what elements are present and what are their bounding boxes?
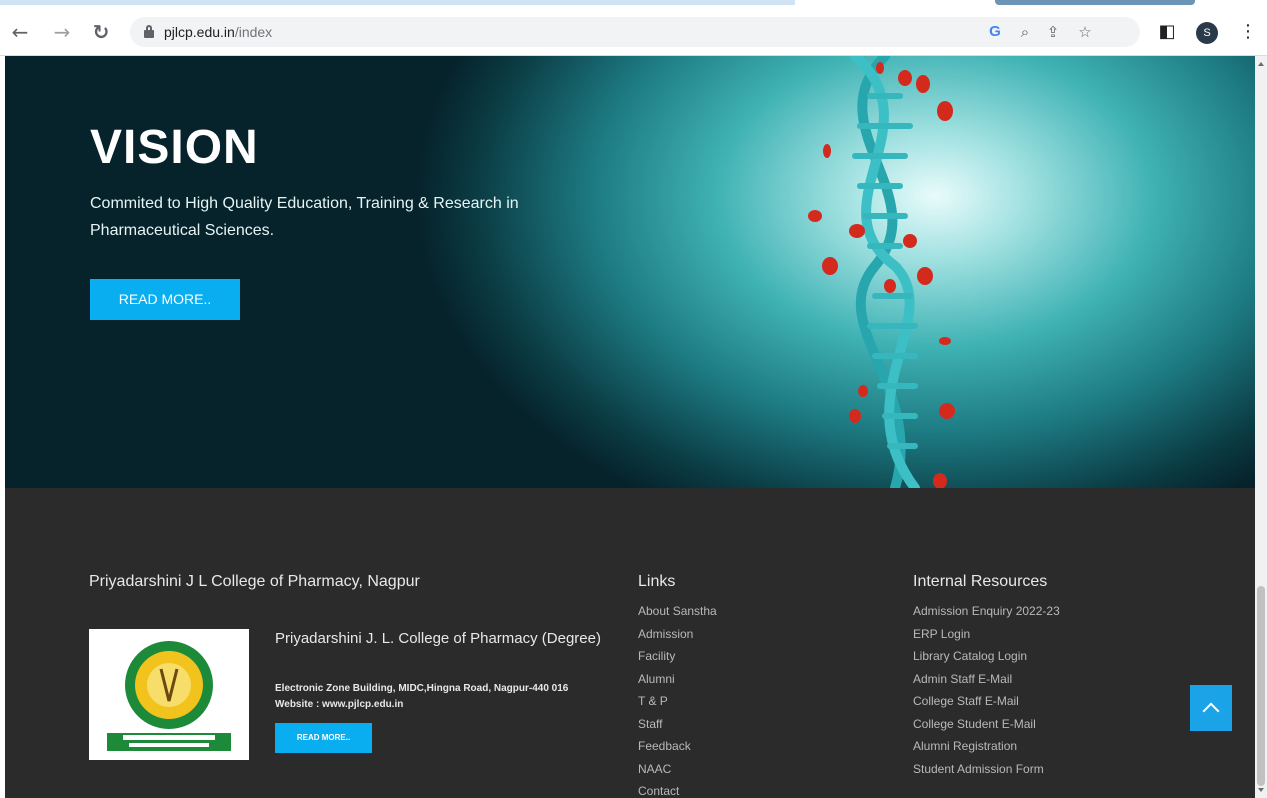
footer-link-alumni[interactable]: Alumni: [638, 668, 717, 691]
scroll-up-arrow-icon[interactable]: [1258, 62, 1264, 66]
college-name: Priyadarshini J. L. College of Pharmacy …: [275, 630, 601, 647]
links-list: About Sanstha Admission Facility Alumni …: [638, 600, 717, 798]
internal-resources-list: Admission Enquiry 2022-23 ERP Login Libr…: [913, 600, 1060, 780]
url-text[interactable]: pjlcp.edu.in/index: [164, 24, 272, 40]
hero-slider: VISION Commited to High Quality Educatio…: [5, 56, 1255, 488]
resource-admission-enquiry[interactable]: Admission Enquiry 2022-23: [913, 600, 1060, 623]
share-icon[interactable]: ⇪: [1044, 23, 1062, 41]
footer-link-naac[interactable]: NAAC: [638, 758, 717, 781]
dna-helix-image: [808, 56, 955, 488]
site-footer: Priyadarshini J L College of Pharmacy, N…: [5, 488, 1255, 798]
tab-strip-segment: [0, 0, 795, 5]
resource-erp-login[interactable]: ERP Login: [913, 623, 1060, 646]
back-arrow-icon[interactable]: ←: [8, 20, 32, 44]
footer-link-t-and-p[interactable]: T & P: [638, 690, 717, 713]
tab-strip: [0, 0, 1267, 8]
forward-arrow-icon[interactable]: →: [50, 20, 74, 44]
scroll-to-top-button[interactable]: [1190, 685, 1232, 731]
links-heading: Links: [638, 573, 676, 590]
zoom-icon[interactable]: ⌕: [1016, 23, 1034, 41]
footer-link-about-sanstha[interactable]: About Sanstha: [638, 600, 717, 623]
chevron-up-icon: [1202, 702, 1220, 720]
college-logo: [89, 629, 249, 760]
resource-college-student-email[interactable]: College Student E-Mail: [913, 713, 1060, 736]
college-address: Electronic Zone Building, MIDC,Hingna Ro…: [275, 683, 569, 710]
resource-student-admission-form[interactable]: Student Admission Form: [913, 758, 1060, 781]
active-tab-edge[interactable]: [995, 0, 1195, 5]
scroll-down-arrow-icon[interactable]: [1258, 788, 1264, 792]
resource-library-catalog-login[interactable]: Library Catalog Login: [913, 645, 1060, 668]
resource-alumni-registration[interactable]: Alumni Registration: [913, 735, 1060, 758]
footer-college-heading: Priyadarshini J L College of Pharmacy, N…: [89, 573, 420, 590]
profile-avatar[interactable]: S: [1196, 22, 1218, 44]
page-scrollbar[interactable]: [1255, 56, 1267, 798]
footer-link-contact[interactable]: Contact: [638, 780, 717, 798]
footer-link-feedback[interactable]: Feedback: [638, 735, 717, 758]
college-logo-icon: [107, 641, 231, 751]
internal-resources-heading: Internal Resources: [913, 573, 1048, 590]
hero-text: Commited to High Quality Education, Trai…: [90, 195, 519, 239]
footer-read-more-button[interactable]: READ MORE..: [275, 723, 372, 753]
resource-college-staff-email[interactable]: College Staff E-Mail: [913, 690, 1060, 713]
hero-title: VISION: [90, 121, 259, 174]
hero-read-more-button[interactable]: READ MORE..: [90, 279, 240, 320]
browser-toolbar: ← → ↻ pjlcp.edu.in/index G ⌕ ⇪ ☆ ◧ S ⋮: [0, 8, 1267, 56]
lock-icon[interactable]: [144, 25, 154, 38]
menu-dots-icon[interactable]: ⋮: [1236, 20, 1260, 44]
footer-link-admission[interactable]: Admission: [638, 623, 717, 646]
resource-admin-staff-email[interactable]: Admin Staff E-Mail: [913, 668, 1060, 691]
side-panel-icon[interactable]: ◧: [1155, 20, 1179, 44]
scrollbar-thumb[interactable]: [1257, 586, 1265, 786]
google-icon[interactable]: G: [986, 23, 1004, 41]
footer-link-facility[interactable]: Facility: [638, 645, 717, 668]
reload-icon[interactable]: ↻: [89, 20, 113, 44]
page-viewport: VISION Commited to High Quality Educatio…: [5, 56, 1255, 798]
star-icon[interactable]: ☆: [1076, 23, 1094, 41]
footer-link-staff[interactable]: Staff: [638, 713, 717, 736]
address-bar[interactable]: pjlcp.edu.in/index G ⌕ ⇪ ☆: [130, 17, 1140, 47]
